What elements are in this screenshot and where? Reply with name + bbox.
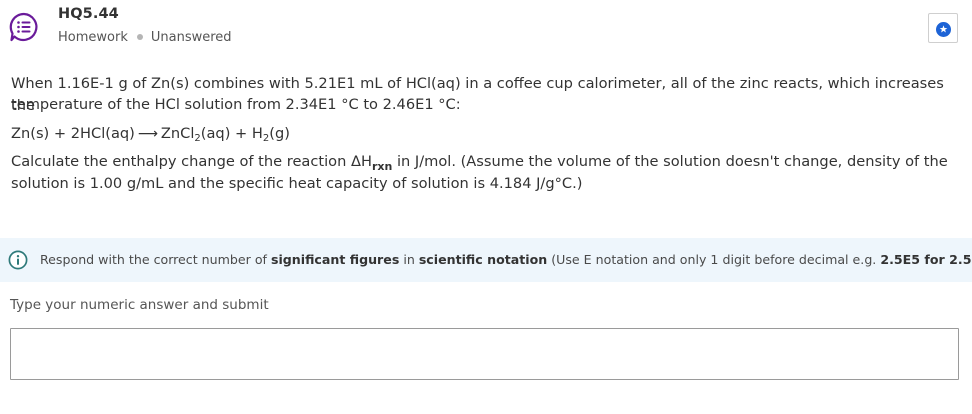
hint-text-a: Respond with the correct number of — [40, 252, 271, 267]
star-icon — [939, 25, 948, 33]
category-label: Homework — [58, 30, 128, 45]
status-label: Unanswered — [150, 30, 232, 45]
hint-emphasis-sci-notation: scientific notation — [418, 252, 548, 267]
question-text-line-2: temperature of the HCl solution from 2.3… — [11, 96, 461, 113]
question-meta: Homework Unanswered — [58, 30, 232, 45]
numeric-answer-input[interactable] — [10, 328, 959, 380]
hint-text: Respond with the correct number of signi… — [40, 252, 972, 267]
hint-example-value: 2.5 x 10 — [949, 252, 972, 267]
question-header: HQ5.44 Homework Unanswered — [0, 0, 972, 60]
info-icon — [8, 250, 28, 270]
calc-prefix: Calculate the enthalpy change of the rea… — [11, 153, 372, 170]
calculation-prompt-line-2: solution is 1.00 g/mL and the specific h… — [11, 175, 583, 192]
calc-subscript-rxn: rxn — [371, 160, 393, 173]
hint-text-c: in — [399, 252, 419, 267]
equation-reactants: Zn(s) + 2HCl(aq) — [11, 125, 135, 142]
equation-product-zncl: ZnCl — [160, 125, 195, 142]
calculation-prompt-line-1: Calculate the enthalpy change of the rea… — [11, 151, 948, 173]
hint-example-e-notation: 2.5E5 — [880, 252, 921, 267]
hint-text-e: (Use E notation and only 1 digit before … — [547, 252, 881, 267]
hint-emphasis-sigfigs: significant figures — [270, 252, 400, 267]
answer-label: Type your numeric answer and submit — [10, 297, 269, 313]
equation-product-h2-state: (g) — [269, 125, 290, 142]
question-title: HQ5.44 — [58, 6, 119, 22]
chemical-equation: Zn(s) + 2HCl(aq) ⟶ ZnCl2(aq) + H2(g) — [11, 123, 290, 146]
bookmark-button[interactable] — [928, 13, 958, 43]
calc-suffix: in J/mol. (Assume the volume of the solu… — [392, 153, 948, 170]
reaction-arrow-icon: ⟶ — [137, 126, 158, 142]
list-chat-icon — [9, 12, 39, 42]
hint-banner: Respond with the correct number of signi… — [0, 238, 972, 282]
hint-text-g: for — [920, 252, 950, 267]
separator-dot — [136, 33, 143, 40]
equation-product-state: (aq) + H — [200, 125, 263, 142]
